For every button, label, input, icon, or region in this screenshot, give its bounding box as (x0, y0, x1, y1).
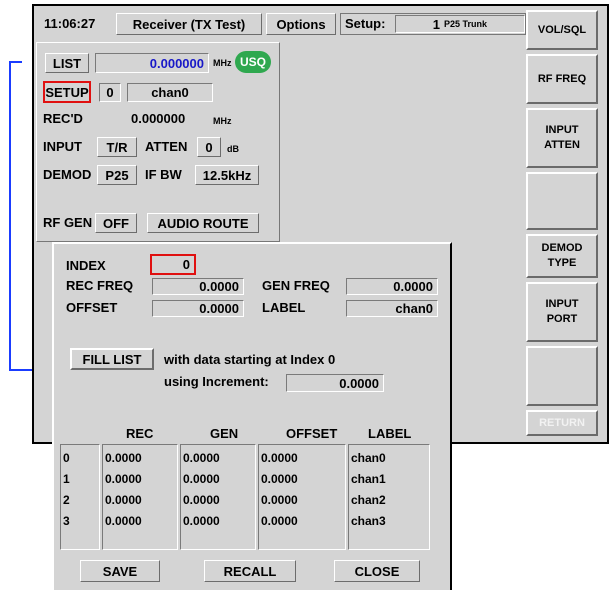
options-button[interactable]: Options (266, 13, 336, 35)
setup-name-field[interactable]: chan0 (127, 83, 213, 102)
row-1-gen: 0.0000 (183, 472, 220, 486)
ifbw-label: IF BW (145, 167, 182, 182)
row-3-gen: 0.0000 (183, 514, 220, 528)
clock-time: 11:06:27 (44, 16, 96, 31)
softkey-input-atten-line2: ATTEN (544, 139, 580, 151)
setup-group: Setup: 1 P25 Trunk (340, 13, 526, 35)
softkey-input-port-line1: INPUT (545, 298, 579, 310)
softkey-input-port[interactable]: INPUT PORT (526, 282, 598, 342)
audio-route-button[interactable]: AUDIO ROUTE (147, 213, 259, 233)
label-field[interactable]: chan0 (346, 300, 438, 317)
row-2-gen: 0.0000 (183, 493, 220, 507)
setup-number: 1 (432, 16, 440, 32)
row-0-rec: 0.0000 (105, 451, 142, 465)
row-0-offset: 0.0000 (261, 451, 298, 465)
softkey-demod-type[interactable]: DEMOD TYPE (526, 234, 598, 278)
header-gen: GEN (210, 426, 239, 441)
rec-freq-field[interactable]: 0.0000 (152, 278, 244, 295)
gen-freq-label: GEN FREQ (262, 278, 330, 293)
ifbw-button[interactable]: 12.5kHz (195, 165, 259, 185)
increment-field[interactable]: 0.0000 (286, 374, 384, 392)
softkey-rf-freq-label: RF FREQ (537, 72, 587, 85)
input-button[interactable]: T/R (97, 137, 137, 157)
atten-label: ATTEN (145, 139, 188, 154)
usq-label: USQ (239, 55, 266, 69)
row-0-label: chan0 (351, 451, 386, 465)
row-2-index: 2 (63, 493, 70, 507)
softkey-demod-type-line2: TYPE (547, 257, 577, 269)
softkey-vol-sql[interactable]: VOL/SQL (526, 10, 598, 50)
setup-label: Setup: (345, 16, 386, 31)
settings-panel: LIST 0.000000 MHz USQ SETUP 0 chan0 REC'… (36, 42, 280, 242)
atten-button[interactable]: 0 (197, 137, 221, 157)
top-bar: 11:06:27 Receiver (TX Test) Options Setu… (34, 6, 526, 42)
softkey-demod-type-line1: DEMOD (541, 242, 583, 254)
row-3-rec: 0.0000 (105, 514, 142, 528)
row-1-offset: 0.0000 (261, 472, 298, 486)
softkey-return[interactable]: RETURN (526, 410, 598, 436)
list-button[interactable]: LIST (45, 53, 89, 73)
row-1-rec: 0.0000 (105, 472, 142, 486)
header-label: LABEL (368, 426, 412, 441)
row-3-offset: 0.0000 (261, 514, 298, 528)
softkey-blank-2[interactable] (526, 346, 598, 406)
gen-freq-value: 0.0000 (393, 279, 433, 294)
rec-freq-label: REC FREQ (66, 278, 134, 293)
increment-value: 0.0000 (339, 375, 379, 391)
offset-value: 0.0000 (199, 301, 239, 316)
setup-button[interactable]: SETUP (43, 81, 91, 103)
index-label: INDEX (66, 258, 106, 273)
mode-button[interactable]: Receiver (TX Test) (116, 13, 262, 35)
recd-unit: MHz (213, 116, 232, 126)
softkey-vol-sql-label: VOL/SQL (537, 23, 587, 36)
softkey-input-atten-line1: INPUT (545, 124, 579, 136)
index-field[interactable]: 0 (150, 254, 196, 275)
softkey-blank-1[interactable] (526, 172, 598, 230)
header-offset: OFFSET (286, 426, 338, 441)
row-2-rec: 0.0000 (105, 493, 142, 507)
fill-list-button[interactable]: FILL LIST (70, 348, 154, 370)
list-frequency-value: 0.000000 (149, 55, 204, 71)
recd-label: REC'D (43, 111, 83, 126)
rfgen-button[interactable]: OFF (95, 213, 137, 233)
fill-description: with data starting at Index 0 (164, 352, 336, 367)
atten-unit: dB (227, 144, 239, 154)
input-label: INPUT (43, 139, 82, 154)
row-0-index: 0 (63, 451, 70, 465)
setup-list-dialog: INDEX 0 REC FREQ 0.0000 GEN FREQ 0.0000 … (52, 242, 452, 590)
list-frequency-field[interactable]: 0.000000 (95, 53, 209, 73)
softkey-return-label: RETURN (539, 416, 585, 429)
softkey-rf-freq[interactable]: RF FREQ (526, 54, 598, 104)
setup-number-field[interactable]: 1 P25 Trunk (395, 15, 525, 33)
list-mhz-unit: MHz (213, 58, 232, 68)
offset-field[interactable]: 0.0000 (152, 300, 244, 317)
setup-index-field[interactable]: 0 (99, 83, 121, 102)
recd-value: 0.000000 (131, 111, 186, 126)
setup-name: P25 Trunk (444, 19, 488, 29)
recall-button[interactable]: RECALL (204, 560, 296, 582)
softkey-input-port-line2: PORT (546, 313, 578, 325)
demod-button[interactable]: P25 (97, 165, 137, 185)
demod-label: DEMOD (43, 167, 92, 182)
row-3-index: 3 (63, 514, 70, 528)
row-1-index: 1 (63, 472, 70, 486)
label-label: LABEL (262, 300, 306, 315)
save-button[interactable]: SAVE (80, 560, 160, 582)
row-3-label: chan3 (351, 514, 386, 528)
rfgen-label: RF GEN (43, 215, 93, 230)
header-rec: REC (126, 426, 154, 441)
softkey-input-atten[interactable]: INPUT ATTEN (526, 108, 598, 168)
index-value: 0 (182, 257, 190, 272)
row-2-offset: 0.0000 (261, 493, 298, 507)
row-2-label: chan2 (351, 493, 386, 507)
offset-label: OFFSET (66, 300, 118, 315)
usq-indicator: USQ (235, 51, 271, 73)
gen-freq-field[interactable]: 0.0000 (346, 278, 438, 295)
increment-label: using Increment: (164, 374, 269, 389)
close-button[interactable]: CLOSE (334, 560, 420, 582)
row-0-gen: 0.0000 (183, 451, 220, 465)
row-1-label: chan1 (351, 472, 386, 486)
rec-freq-value: 0.0000 (199, 279, 239, 294)
label-value: chan0 (395, 301, 433, 316)
